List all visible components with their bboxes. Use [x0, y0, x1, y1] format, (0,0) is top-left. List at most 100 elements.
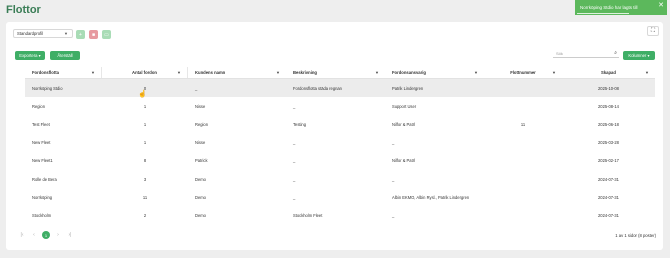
table-cell: _ — [392, 176, 395, 182]
table-cell: _ — [293, 176, 296, 182]
column-header[interactable]: Beskrivning ▼ — [286, 67, 385, 78]
table-cell: Nisse — [195, 103, 206, 109]
copy-icon: ▭ — [104, 31, 109, 38]
table-cell: 2025-03-28 — [598, 140, 619, 146]
table-cell: Testing — [293, 121, 306, 127]
fleet-card: Standardprofil ▼ + ■ ▭ ⛶ Exportera ▾ Åte… — [6, 22, 663, 250]
fullscreen-icon: ⛶ — [650, 27, 656, 34]
plus-icon: + — [79, 31, 82, 38]
table-cell: Nilfor & Patrl — [392, 158, 415, 164]
table-cell: _ — [392, 212, 395, 218]
table-cell: _ — [195, 85, 198, 91]
table-row[interactable]: New Fleet1 8 Patrick _ Nilfor & Patrl 2025-02… — [25, 152, 655, 170]
table-cell: _ — [293, 158, 296, 164]
add-button[interactable]: + — [76, 30, 85, 39]
table-cell: 1 — [143, 103, 147, 109]
profile-select-value: Standardprofil — [17, 31, 44, 36]
table-row[interactable]: Stockholm 2 Demo Stockholm Fleet _ 2024-07-31 — [25, 206, 655, 224]
filter-icon[interactable]: ▼ — [91, 70, 95, 75]
pagination-info: 1 av 1 sidor (8 poster) — [615, 233, 656, 238]
table-cell: Demo — [195, 212, 206, 218]
table-cell: 11 — [142, 194, 148, 200]
table-cell: Patrik Lindergren — [392, 85, 424, 91]
table-row[interactable]: New Fleet 1 Nisse _ _ 2025-03-28 — [25, 134, 655, 152]
page-title: Flottor — [6, 4, 41, 16]
table-cell: 3 — [143, 176, 147, 182]
column-header[interactable]: Fordonsansvarig ▼ — [385, 67, 484, 78]
toast-message: Norrköping Stdio har lagts till — [580, 5, 638, 10]
column-header[interactable]: Kundens namn ▼ — [188, 67, 286, 78]
table-cell: Demo — [195, 176, 206, 182]
trash-icon: ■ — [91, 31, 96, 38]
cursor-icon: ☝ — [138, 91, 147, 98]
table-cell: _ — [392, 140, 395, 146]
search-input[interactable]: Sök ⌕ — [553, 50, 619, 58]
fleet-table: Fordonsflotta ▼ Antal fordon ▼ Kundens nam… — [25, 67, 655, 225]
table-cell: Patrick — [195, 158, 208, 164]
table-cell: Region — [32, 103, 45, 109]
table-cell: 11 — [520, 121, 526, 127]
table-cell: 2024-07-31 — [598, 176, 619, 182]
table-cell: Norrköping — [32, 194, 53, 200]
table-cell: New Fleet — [32, 140, 51, 146]
table-cell: 1 — [143, 121, 147, 127]
table-cell: 8 — [143, 158, 147, 164]
delete-button[interactable]: ■ — [89, 30, 98, 39]
filter-icon[interactable]: ▼ — [276, 70, 280, 75]
table-cell: Region — [195, 121, 208, 127]
copy-button[interactable]: ▭ — [102, 30, 111, 39]
filter-icon[interactable]: ▼ — [375, 70, 379, 75]
reset-button[interactable]: Återställ — [50, 51, 80, 60]
filter-icon[interactable]: ▼ — [645, 70, 649, 75]
column-header[interactable]: Skapad ▼ — [562, 67, 655, 78]
columns-button[interactable]: Kolumner ▾ — [623, 51, 655, 60]
table-cell: Rolle de Bera — [32, 176, 57, 182]
table-cell: Fordonsflotta städa regnan — [293, 85, 342, 91]
column-header[interactable]: Fordonsflotta ▼ — [25, 67, 102, 78]
table-cell: New Fleet1 — [32, 158, 53, 164]
table-row[interactable]: Norrköping Stdio 0 _ Fordonsflotta städa re… — [25, 79, 655, 98]
table-cell: Nilfor & Patrl — [392, 121, 415, 127]
page-button[interactable]: 1 — [42, 231, 50, 239]
table-cell: 2 — [143, 212, 147, 218]
column-header[interactable]: Antal fordon ▼ — [102, 67, 188, 78]
table-cell: Nisse — [195, 140, 206, 146]
profile-select[interactable]: Standardprofil ▼ — [13, 29, 73, 38]
table-row[interactable]: Test Fleet 1 Region Testing Nilfor & Patrl 11… — [25, 115, 655, 133]
table-row[interactable]: Norrköping 11 Demo _ Albin EKMO, Albin Rysl.… — [25, 188, 655, 206]
pagination: |‹ ‹ 1 › ›| — [18, 231, 74, 239]
table-cell: 1 — [143, 140, 147, 146]
table-cell: 2024-07-31 — [598, 212, 619, 218]
search-placeholder: Sök — [556, 51, 563, 56]
toast-progress — [577, 13, 629, 14]
table-cell: 2025-02-17 — [598, 158, 619, 164]
table-cell: _ — [293, 140, 296, 146]
table-body: Norrköping Stdio 0 _ Fordonsflotta städa re… — [25, 79, 655, 225]
table-cell: Albin EKMO, Albin Rysl., Patrik Lindergr… — [392, 194, 470, 200]
next-page-button[interactable]: › — [54, 231, 62, 239]
table-header: Fordonsflotta ▼ Antal fordon ▼ Kundens nam… — [25, 67, 655, 79]
table-cell: 2025-10-08 — [598, 85, 619, 91]
column-header[interactable]: Flottnummer ▼ — [484, 67, 562, 78]
table-cell: Stockholm — [32, 212, 52, 218]
table-cell: Support User — [392, 103, 417, 109]
first-page-button[interactable]: |‹ — [18, 231, 26, 239]
table-row[interactable]: Region 1 Nisse _ Support User 2025-08-14 — [25, 97, 655, 115]
notification-toast: Norrköping Stdio har lagts till ✕ — [575, 0, 667, 15]
search-icon: ⌕ — [614, 50, 617, 56]
table-row[interactable]: Rolle de Bera 3 Demo _ _ 2024-07-31 — [25, 170, 655, 188]
export-button[interactable]: Exportera ▾ — [15, 51, 45, 60]
table-cell: Norrköping Stdio — [32, 85, 63, 91]
table-cell: _ — [293, 194, 296, 200]
fullscreen-button[interactable]: ⛶ — [647, 26, 659, 36]
chevron-down-icon: ▼ — [64, 31, 68, 36]
filter-icon[interactable]: ▼ — [474, 70, 478, 75]
prev-page-button[interactable]: ‹ — [30, 231, 38, 239]
close-icon[interactable]: ✕ — [658, 2, 664, 10]
table-cell: Demo — [195, 194, 206, 200]
table-cell: 2025-06-18 — [598, 121, 619, 127]
last-page-button[interactable]: ›| — [66, 231, 74, 239]
filter-icon[interactable]: ▼ — [177, 70, 181, 75]
filter-icon[interactable]: ▼ — [552, 70, 556, 75]
table-cell: Stockholm Fleet — [293, 212, 323, 218]
